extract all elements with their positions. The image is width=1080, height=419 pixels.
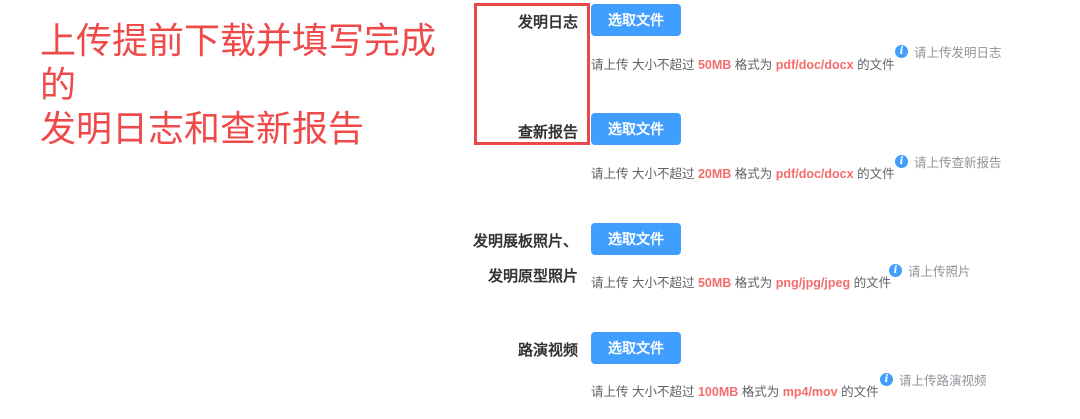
annotation-text: 上传提前下载并填写完成的 发明日志和查新报告 [40, 20, 470, 152]
info-icon: i [889, 264, 902, 277]
field-label-novelty-report: 查新报告 [517, 124, 578, 141]
field-label-photos-line2: 发明原型照片 [487, 268, 578, 285]
info-icon: i [895, 155, 908, 168]
file-hint-novelty-report: 请上传 大小不超过 20MB 格式为 pdf/doc/docx 的文件 [591, 167, 895, 181]
file-hint-invention-log: 请上传 大小不超过 50MB 格式为 pdf/doc/docx 的文件 [591, 58, 895, 72]
info-icon: i [895, 45, 908, 58]
select-file-button-novelty-report[interactable]: 选取文件 [591, 113, 681, 145]
annotation-line-2: 发明日志和查新报告 [40, 109, 365, 150]
tip-roadshow-video: i 请上传路演视频 [880, 370, 987, 389]
select-file-button-invention-log[interactable]: 选取文件 [591, 4, 681, 36]
tip-photos: i 请上传照片 [889, 261, 971, 280]
info-icon: i [880, 373, 893, 386]
annotation-line-1: 上传提前下载并填写完成的 [40, 21, 437, 106]
tip-novelty-report: i 请上传查新报告 [895, 152, 1002, 171]
field-label-invention-log: 发明日志 [517, 14, 578, 31]
select-file-button-roadshow-video[interactable]: 选取文件 [591, 332, 681, 364]
select-file-button-photos[interactable]: 选取文件 [591, 223, 681, 255]
field-label-roadshow-video: 路演视频 [517, 342, 578, 359]
tip-invention-log: i 请上传发明日志 [895, 42, 1002, 61]
field-label-photos-line1: 发明展板照片、 [472, 233, 578, 250]
file-hint-roadshow-video: 请上传 大小不超过 100MB 格式为 mp4/mov 的文件 [591, 385, 879, 399]
file-hint-photos: 请上传 大小不超过 50MB 格式为 png/jpg/jpeg 的文件 [591, 276, 892, 290]
